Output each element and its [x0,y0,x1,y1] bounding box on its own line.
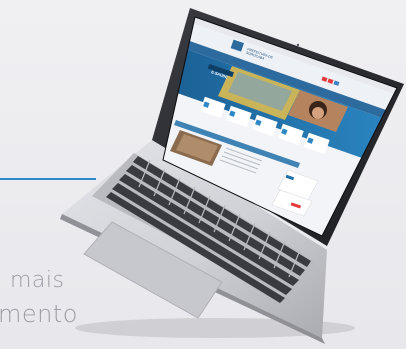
laptop-icon: PREFEITURA DESOROCABA E-SAÚDE [60,8,404,344]
webcam-icon [296,43,300,47]
promo-stage: mais mento PREFEITURA DESOROCABA E-SAÚDE [0,0,406,349]
